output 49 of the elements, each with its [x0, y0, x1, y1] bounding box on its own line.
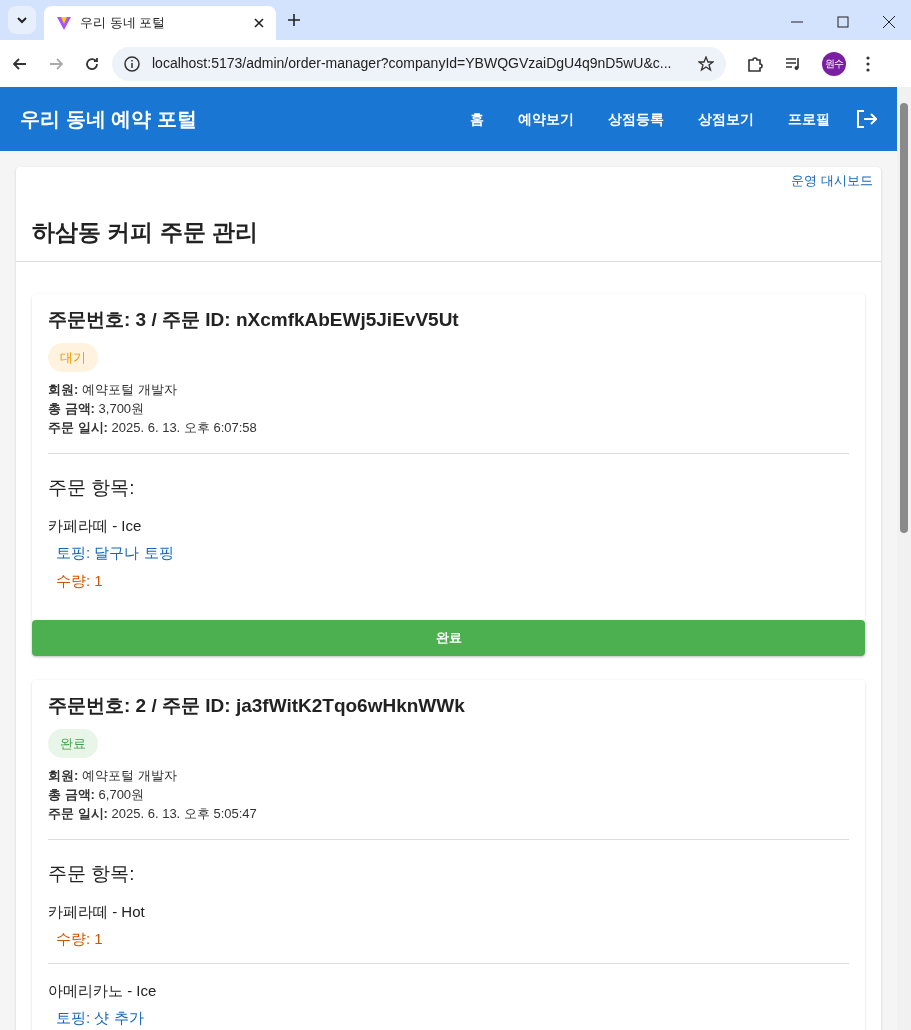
- app-title: 우리 동네 예약 포털: [20, 107, 198, 132]
- address-bar[interactable]: localhost:5173/admin/order-manager?companyId=YBWQGVzaiDgU4q9nD5wU&c...: [112, 46, 726, 81]
- order-detail: 주문 일시: 2025. 6. 13. 오후 6:07:58: [48, 419, 258, 437]
- order-detail: 총 금액: 3,700원: [48, 400, 146, 418]
- nav-link[interactable]: 상점보기: [681, 100, 771, 138]
- order-detail: 주문 일시: 2025. 6. 13. 오후 5:05:47: [48, 805, 258, 823]
- topping-text: 토핑: 달구나 토핑: [56, 543, 175, 563]
- status-badge: 대기: [48, 342, 98, 372]
- reload-icon: [84, 55, 100, 72]
- items-heading: 주문 항목:: [48, 862, 136, 886]
- more-icon: [866, 55, 870, 72]
- order-detail: 총 금액: 6,700원: [48, 786, 146, 804]
- maximize-icon: [837, 16, 849, 28]
- item-name: 아메리카노 - Ice: [48, 980, 158, 1001]
- chevron-down-icon: [16, 14, 28, 26]
- quantity-text: 수량: 1: [56, 929, 104, 949]
- order-title: 주문번호: 3 / 주문 ID: nXcmfkAbEWj5JiEvV5Ut: [48, 308, 460, 332]
- complete-button[interactable]: 완료: [32, 620, 865, 656]
- new-tab-icon: [288, 14, 300, 26]
- puzzle-icon: [746, 54, 764, 73]
- order-title: 주문번호: 2 / 주문 ID: ja3fWitK2Tqo6wHknWWk: [48, 694, 466, 718]
- back-icon: [12, 55, 28, 72]
- item-name: 카페라떼 - Ice: [48, 515, 143, 536]
- nav-link[interactable]: 홈: [453, 100, 501, 138]
- close-icon: [254, 18, 264, 28]
- topping-text: 토핑: 샷 추가: [56, 1008, 145, 1028]
- dashboard-link[interactable]: 운영 대시보드: [791, 171, 873, 191]
- close-icon: [883, 16, 895, 28]
- order-detail: 회원: 예약포털 개발자: [48, 767, 178, 785]
- logout-icon: [855, 108, 877, 130]
- order-detail: 회원: 예약포털 개발자: [48, 381, 178, 399]
- page-title: 하삼동 커피 주문 관리: [32, 217, 260, 247]
- url-text: localhost:5173/admin/order-manager?companyId=YBWQGVzaiDgU4q9nD5wU&c...: [152, 54, 673, 73]
- items-heading: 주문 항목:: [48, 476, 136, 500]
- nav-link[interactable]: 프로필: [771, 100, 847, 138]
- quantity-text: 수량: 1: [56, 570, 104, 591]
- star-icon: [698, 55, 714, 72]
- nav-link[interactable]: 상점등록: [591, 100, 681, 138]
- item-name: 카페라떼 - Hot: [48, 901, 146, 922]
- status-badge: 완료: [48, 728, 98, 758]
- nav-link[interactable]: 예약보기: [501, 100, 591, 138]
- forward-icon: [48, 55, 64, 72]
- tab-title: 우리 동네 포털: [80, 14, 167, 33]
- profile-avatar[interactable]: 원수: [822, 51, 846, 76]
- scrollbar[interactable]: [897, 87, 911, 1030]
- tab-list-button[interactable]: [8, 6, 36, 34]
- info-icon: [124, 55, 140, 72]
- browser-tab[interactable]: 우리 동네 포털: [44, 6, 276, 40]
- logo-icon: [56, 15, 72, 31]
